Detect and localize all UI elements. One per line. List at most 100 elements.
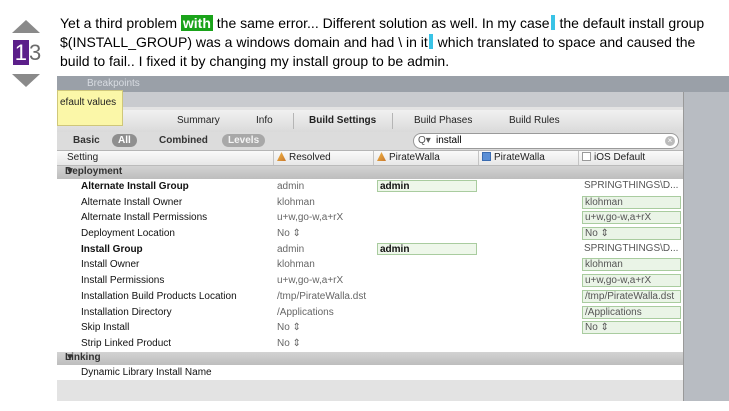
table-row[interactable]: Alternate Install Permissions u+w,go-w,a… [57,210,683,226]
setting-name: Skip Install [81,322,130,334]
tab-divider [293,113,294,129]
resolved-value: klohman [277,196,315,208]
resolved-value: klohman [277,259,315,271]
resolved-label: Resolved [289,152,331,163]
breakpoints-label: Breakpoints [87,78,140,89]
column-divider [478,151,479,165]
search-input[interactable] [436,134,636,147]
ios-default-label: iOS Default [594,152,646,163]
answer-text-part: Yet a third problem [60,15,181,31]
setting-name: Strip Linked Product [81,337,172,349]
table-row[interactable]: Installation Directory /Applications /Ap… [57,305,683,321]
target-value[interactable]: admin [377,242,477,255]
xcode-build-settings-screenshot: Breakpoints Summary Info Build Settings … [57,76,729,401]
search-field[interactable]: Q▾ × [413,133,679,149]
setting-name: Alternate Install Owner [81,196,183,208]
tab-build-phases[interactable]: Build Phases [414,115,472,126]
ios-default-value: /Applications [582,305,681,319]
ios-default-column-header[interactable]: iOS Default [582,152,645,163]
table-row[interactable]: Install Owner klohman klohman [57,257,683,273]
ios-default-value: No ⇕ [582,227,681,241]
resolved-value: /tmp/PirateWalla.dst [277,290,367,302]
levels-filter-pill[interactable]: Levels [222,134,266,147]
resolved-value: admin [277,243,305,255]
column-divider [578,151,579,165]
resolved-value[interactable]: No ⇕ [277,338,301,349]
ios-default-value: /tmp/PirateWalla.dst [582,289,681,303]
target-label: PirateWalla [389,152,440,163]
resolved-value: u+w,go-w,a+rX [277,275,344,287]
downvote-arrow-icon[interactable] [12,74,40,87]
ios-default-value: u+w,go-w,a+rX [582,211,681,225]
target-value[interactable]: admin [377,180,477,192]
text-cursor-mark [428,34,433,49]
table-row[interactable]: Deployment Location No ⇕ No ⇕ [57,226,683,242]
table-row[interactable]: Alternate Install Owner klohman klohman [57,195,683,211]
project-column-header[interactable]: PirateWalla [482,152,545,163]
vote-count: 13 [10,40,44,65]
resolved-value: u+w,go-w,a+rX [277,212,344,224]
title-bar: Breakpoints [57,76,729,92]
table-row[interactable]: Install Group admin admin SPRINGTHINGS\D… [57,242,683,258]
document-icon [582,152,591,161]
resolved-value: admin [277,181,305,192]
setting-column-header[interactable]: Setting [67,152,98,163]
project-label: PirateWalla [494,152,545,163]
ios-default-value: klohman [582,258,681,272]
section-linking[interactable]: ▼ Linking [57,351,683,365]
resolved-value[interactable]: No ⇕ [277,322,301,333]
settings-table-header: Setting Resolved PirateWalla PirateWalla… [57,151,683,166]
ios-default-value: SPRINGTHINGS\D... [584,180,679,191]
tab-build-rules[interactable]: Build Rules [509,115,560,126]
vote-count-rest: 3 [29,40,42,65]
vote-count-highlight: 1 [12,40,29,65]
all-filter-pill[interactable]: All [112,134,137,147]
table-row[interactable]: Installation Build Products Location /tm… [57,289,683,305]
target-icon [377,152,386,161]
upvote-arrow-icon[interactable] [12,20,40,33]
setting-name: Install Owner [81,259,140,271]
target-column-header[interactable]: PirateWalla [377,152,440,163]
toolbar-strip [57,92,729,107]
search-icon: Q▾ [418,135,431,146]
ios-default-value: SPRINGTHINGS\D... [584,242,679,254]
setting-name: Install Group [81,243,143,255]
target-icon [277,152,286,161]
settings-table: ▼ Deployment Alternate Install Group admi… [57,166,683,381]
ios-default-value: klohman [582,195,681,209]
project-icon [482,152,491,161]
table-row[interactable]: Strip Linked Product No ⇕ [57,336,683,352]
combined-filter[interactable]: Combined [159,135,208,146]
table-row[interactable]: Skip Install No ⇕ No ⇕ [57,320,683,336]
search-keyword-highlight: with [180,15,213,31]
right-gutter [683,92,729,401]
filter-bar: Basic All Combined Levels Q▾ × [57,132,683,151]
table-row[interactable]: Install Permissions u+w,go-w,a+rX u+w,go… [57,273,683,289]
tab-info[interactable]: Info [256,115,273,126]
answer-text: Yet a third problem with the same error.… [60,14,720,71]
text-cursor-mark [550,15,555,30]
setting-name: Alternate Install Group [81,181,189,192]
setting-name: Installation Directory [81,306,172,318]
answer-text-part: the same error... Different solution as … [212,15,550,31]
tab-summary[interactable]: Summary [177,115,220,126]
ios-default-value: No ⇕ [582,321,681,335]
section-deployment[interactable]: ▼ Deployment [57,166,683,179]
tab-bar: Summary Info Build Settings Build Phases… [57,110,683,133]
basic-filter[interactable]: Basic [73,135,100,146]
tab-divider [392,113,393,129]
clear-search-icon[interactable]: × [665,136,675,146]
table-row[interactable]: Alternate Install Group admin admin SPRI… [57,179,683,195]
section-label: Deployment [65,166,123,177]
resolved-value[interactable]: No ⇕ [277,228,301,239]
resolved-value: /Applications [277,306,334,318]
table-row[interactable]: Dynamic Library Install Name [57,365,683,381]
setting-name: Dynamic Library Install Name [81,366,212,378]
setting-name: Deployment Location [81,228,175,240]
setting-name: Installation Build Products Location [81,290,237,302]
resolved-column-header[interactable]: Resolved [277,152,331,163]
default-values-tooltip: efault values [57,90,123,126]
column-divider [273,151,274,165]
ios-default-value: u+w,go-w,a+rX [582,274,681,288]
tab-build-settings[interactable]: Build Settings [309,115,376,126]
